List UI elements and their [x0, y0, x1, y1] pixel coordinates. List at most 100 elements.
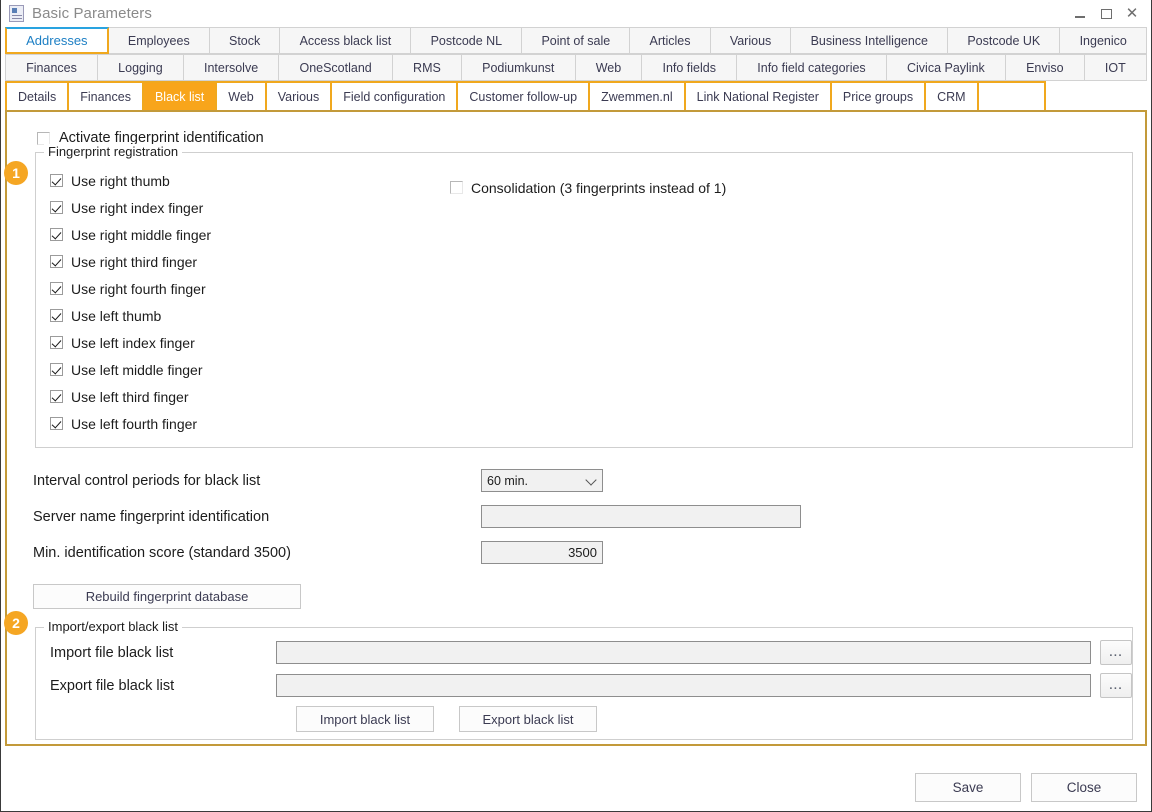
tab-row-tertiary: DetailsFinancesBlack list Web VariousField… — [5, 81, 1046, 110]
fingerprint-checkbox-row[interactable]: Use left thumb — [50, 302, 450, 329]
subtab-finances[interactable]: Finances — [69, 83, 144, 110]
tab-stock[interactable]: Stock — [210, 27, 281, 54]
import-browse-button[interactable]: ... — [1100, 640, 1132, 665]
fingerprint-checkbox[interactable] — [50, 336, 63, 349]
fingerprint-registration-legend: Fingerprint registration — [44, 144, 182, 159]
consolidation-checkbox[interactable] — [450, 181, 463, 194]
maximize-icon — [1101, 9, 1112, 19]
fingerprint-checkbox[interactable] — [50, 390, 63, 403]
tab-ingenico[interactable]: Ingenico — [1060, 27, 1147, 54]
export-file-input[interactable] — [276, 674, 1091, 697]
interval-select[interactable]: 60 min. — [481, 469, 603, 492]
subtab-price-groups[interactable]: Price groups — [832, 83, 926, 110]
tab-postcode-nl[interactable]: Postcode NL — [411, 27, 522, 54]
subtab-zwemmen-nl[interactable]: Zwemmen.nl — [590, 83, 686, 110]
tab-postcode-uk[interactable]: Postcode UK — [948, 27, 1060, 54]
consolidation-label: Consolidation (3 fingerprints instead of… — [471, 180, 726, 196]
subtab-black-list[interactable]: Black list — [144, 83, 217, 110]
tab-rms[interactable]: RMS — [393, 54, 462, 81]
tab-label: Business Intelligence — [811, 34, 928, 48]
fingerprint-checkbox-label: Use right fourth finger — [71, 281, 206, 297]
close-button[interactable]: ✕ — [1119, 3, 1145, 25]
import-file-input[interactable] — [276, 641, 1091, 664]
server-input[interactable] — [481, 505, 801, 528]
subtab-crm[interactable]: CRM — [926, 83, 978, 110]
fingerprint-checkbox[interactable] — [50, 363, 63, 376]
activate-fingerprint-checkbox[interactable] — [37, 132, 50, 145]
fingerprint-checkbox-row[interactable]: Use right third finger — [50, 248, 450, 275]
subtab-details[interactable]: Details — [7, 83, 69, 110]
tab-onescotland[interactable]: OneScotland — [279, 54, 393, 81]
import-export-actions: Import black list Export black list — [36, 706, 1132, 732]
score-input[interactable]: 3500 — [481, 541, 603, 564]
consolidation-row[interactable]: Consolidation (3 fingerprints instead of… — [450, 174, 726, 201]
fingerprint-checkbox-row[interactable]: Use right fourth finger — [50, 275, 450, 302]
tab-logging[interactable]: Logging — [98, 54, 184, 81]
tab-iot[interactable]: IOT — [1085, 54, 1147, 81]
tab-label: Logging — [118, 61, 163, 75]
consolidation-column: Consolidation (3 fingerprints instead of… — [450, 167, 726, 437]
import-file-label: Import file black list — [50, 645, 276, 661]
tab-podiumkunst[interactable]: Podiumkunst — [462, 54, 576, 81]
fingerprint-checkbox-row[interactable]: Use left index finger — [50, 329, 450, 356]
subtab-various[interactable]: Various — [267, 83, 332, 110]
fingerprint-checkbox-row[interactable]: Use left third finger — [50, 383, 450, 410]
fingerprint-checkbox-row[interactable]: Use right middle finger — [50, 221, 450, 248]
tab-label: Finances — [26, 61, 77, 75]
fingerprint-checkbox[interactable] — [50, 309, 63, 322]
fingerprint-checkbox[interactable] — [50, 417, 63, 430]
fingerprint-checkbox[interactable] — [50, 255, 63, 268]
tab-finances[interactable]: Finances — [5, 54, 98, 81]
maximize-button[interactable] — [1093, 3, 1119, 25]
tab-web[interactable]: Web — [576, 54, 643, 81]
tab-employees[interactable]: Employees — [109, 27, 210, 54]
fingerprint-checkbox-label: Use left thumb — [71, 308, 161, 324]
fingerprint-checkbox-row[interactable]: Use left middle finger — [50, 356, 450, 383]
tab-access-black-list[interactable]: Access black list — [280, 27, 411, 54]
fingerprint-registration-body: Use right thumb Use right index finger Use… — [36, 167, 1132, 437]
tab-intersolve[interactable]: Intersolve — [184, 54, 280, 81]
tab-label: Articles — [650, 34, 691, 48]
fingerprint-checkbox[interactable] — [50, 228, 63, 241]
fingerprint-checkbox-row[interactable]: Use right thumb — [50, 167, 450, 194]
tab-articles[interactable]: Articles — [630, 27, 710, 54]
tab-business-intelligence[interactable]: Business Intelligence — [791, 27, 948, 54]
tab-civica-paylink[interactable]: Civica Paylink — [887, 54, 1006, 81]
fingerprint-checkbox[interactable] — [50, 174, 63, 187]
chevron-down-icon — [585, 474, 596, 485]
close-icon: ✕ — [1126, 6, 1139, 21]
close-button-footer[interactable]: Close — [1031, 773, 1137, 802]
subtab-customer-follow-up[interactable]: Customer follow-up — [458, 83, 590, 110]
fingerprint-checkbox[interactable] — [50, 282, 63, 295]
score-label: Min. identification score (standard 3500… — [33, 545, 481, 561]
tab-various[interactable]: Various — [711, 27, 792, 54]
tab-addresses[interactable]: Addresses — [5, 27, 109, 54]
save-button[interactable]: Save — [915, 773, 1021, 802]
subtab-field-configuration[interactable]: Field configuration — [332, 83, 458, 110]
fingerprint-checkbox-label: Use right index finger — [71, 200, 203, 216]
tab-info-fields[interactable]: Info fields — [642, 54, 737, 81]
tab-label: Point of sale — [541, 34, 610, 48]
export-browse-button[interactable]: ... — [1100, 673, 1132, 698]
tab-enviso[interactable]: Enviso — [1006, 54, 1085, 81]
activate-fingerprint-row[interactable]: Activate fingerprint identification — [37, 130, 1133, 146]
tab-label: Addresses — [26, 33, 87, 48]
fingerprint-checkbox-label: Use right middle finger — [71, 227, 211, 243]
fingerprint-checkbox-row[interactable]: Use right index finger — [50, 194, 450, 221]
fingerprint-checkbox-label: Use left third finger — [71, 389, 189, 405]
import-black-list-button[interactable]: Import black list — [296, 706, 434, 732]
content-panel: Activate fingerprint identification Fing… — [5, 110, 1147, 746]
fingerprint-checkbox-row[interactable]: Use left fourth finger — [50, 410, 450, 437]
fingerprint-checkbox[interactable] — [50, 201, 63, 214]
export-black-list-button[interactable]: Export black list — [459, 706, 597, 732]
subtab-link-national-register[interactable]: Link National Register — [686, 83, 832, 110]
tab-point-of-sale[interactable]: Point of sale — [522, 27, 630, 54]
black-list-settings-form: Activate fingerprint identification Fing… — [7, 112, 1145, 744]
window-titlebar: Basic Parameters ✕ — [1, 0, 1151, 27]
tab-label: Podiumkunst — [482, 61, 554, 75]
tab-info-field-categories[interactable]: Info field categories — [737, 54, 887, 81]
minimize-button[interactable] — [1067, 3, 1093, 25]
subtab-web[interactable]: Web — [217, 83, 266, 110]
rebuild-fingerprint-database-button[interactable]: Rebuild fingerprint database — [33, 584, 301, 609]
tab-label: Web — [228, 90, 253, 104]
